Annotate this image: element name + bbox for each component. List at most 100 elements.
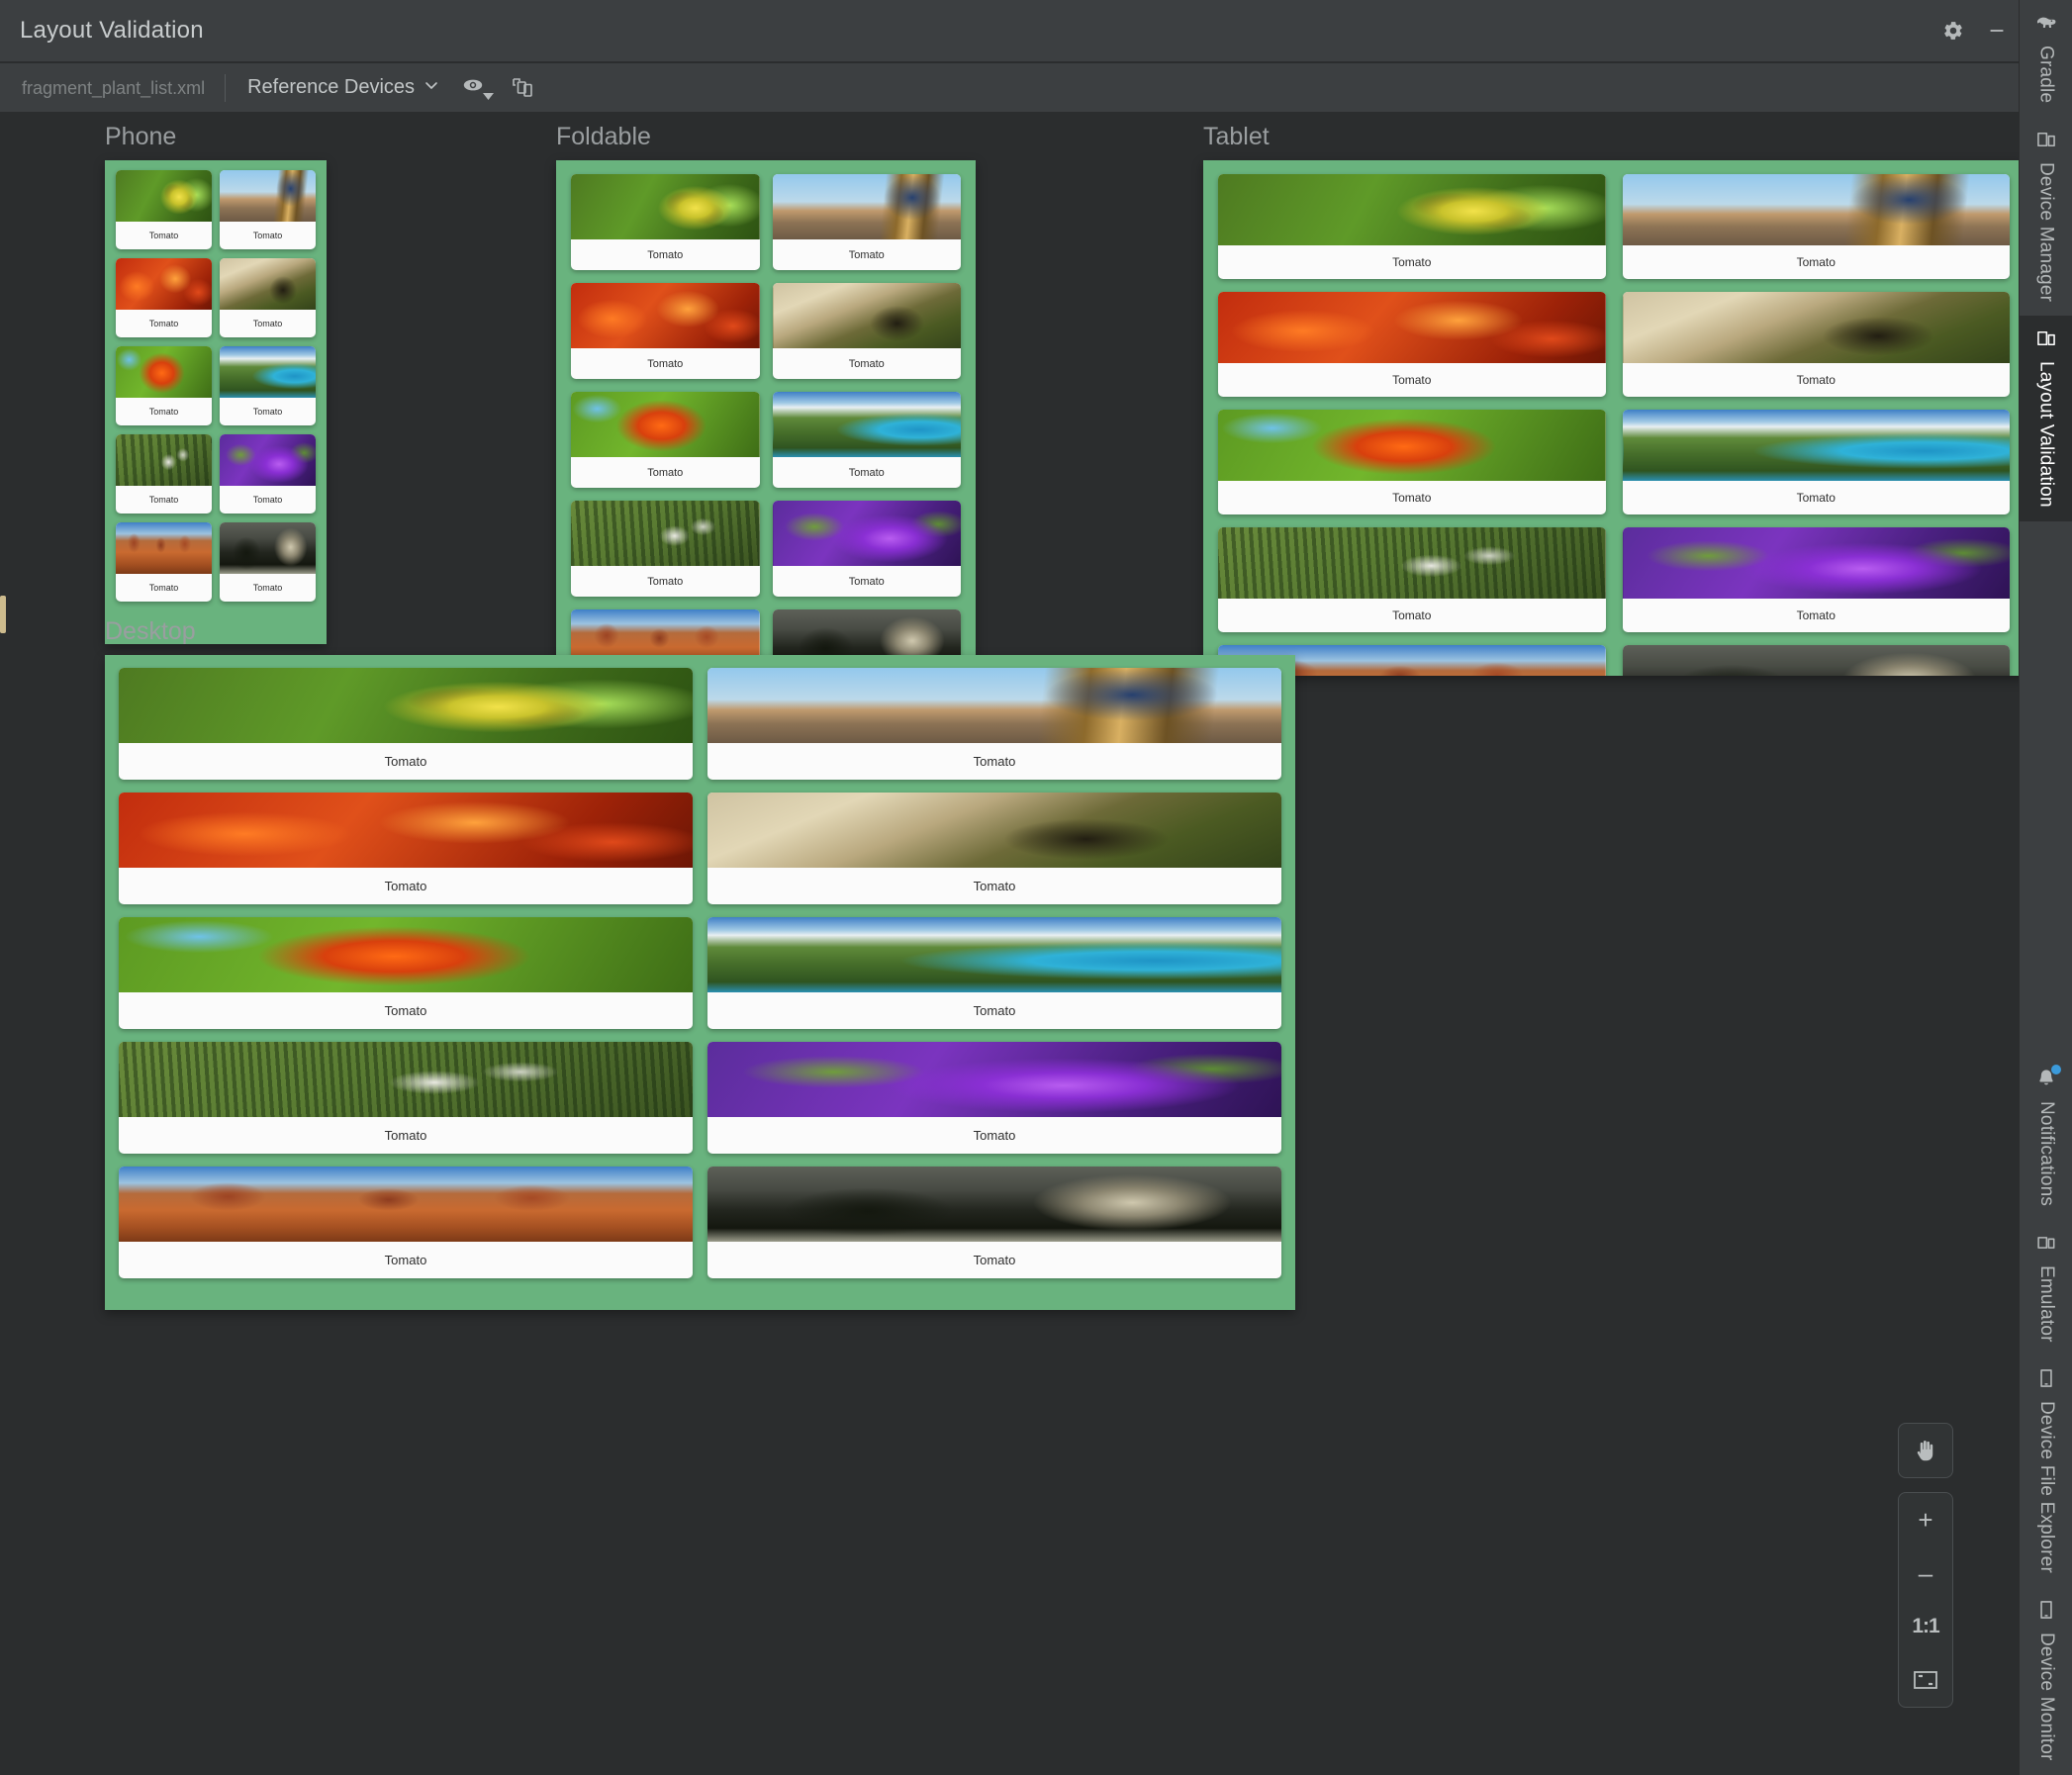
plant-card[interactable]: Tomato [1622,292,2010,397]
rail-item-gradle[interactable]: Gradle [2020,0,2072,117]
rail-item-device-monitor[interactable]: Device Monitor [2020,1587,2072,1775]
plant-card[interactable]: Tomato [116,170,212,249]
device-preview-tablet[interactable]: Tomato Tomato Tomato Tomato Tomato Tomato Toma… [1203,160,2019,676]
plant-card[interactable]: Tomato [119,917,693,1029]
plant-card[interactable]: Tomato [1622,174,2010,279]
plant-card[interactable]: Tomato [772,501,961,597]
plant-card[interactable]: Tomato [116,434,212,514]
plant-card[interactable]: Tomato [119,793,693,904]
rail-item-emulator[interactable]: Emulator [2020,1220,2072,1356]
plant-card[interactable]: Tomato [571,501,760,597]
bell-icon [2035,1064,2061,1094]
zoom-out-button[interactable]: – [1899,1546,1952,1600]
plant-card-image [571,501,760,566]
plant-card[interactable]: Tomato [119,668,693,780]
plant-card-image [707,668,1281,743]
visibility-toggle-button[interactable] [461,73,495,102]
rail-item-device-file-explorer[interactable]: Device File Explorer [2020,1355,2072,1587]
plant-card[interactable]: Tomato [707,668,1281,780]
plant-card-image [119,668,693,743]
plant-card-image [1622,527,2010,599]
actual-size-button[interactable]: 1:1 [1899,1600,1952,1653]
device-preview-foldable[interactable]: Tomato Tomato Tomato Tomato Tomato Tomato Toma… [556,160,976,676]
plant-card-label: Tomato [647,575,684,588]
zoom-controls-group: + – 1:1 [1898,1492,1953,1708]
preview-group-label-foldable: Foldable [556,123,651,150]
plant-card[interactable]: Tomato [116,258,212,337]
pan-tool-group [1898,1423,1953,1478]
plant-card-label: Tomato [252,231,283,240]
preview-group-phone: Phone Tomato Tomato Tomato Tomato Tomato Toma… [105,123,327,644]
plant-card[interactable]: Tomato [119,1167,693,1278]
plant-card[interactable]: Tomato [772,392,961,488]
plant-card-label: Tomato [1796,373,1836,387]
plant-card[interactable]: Tomato [707,793,1281,904]
plant-card[interactable]: Tomato [220,170,316,249]
preview-group-foldable: Foldable Tomato Tomato Tomato Tomato Tomato T… [556,123,976,676]
plant-card-image [116,258,212,310]
plant-card[interactable]: Tomato [772,283,961,379]
plant-card[interactable]: Tomato [1218,174,1606,279]
plant-card[interactable]: Tomato [220,346,316,425]
plant-card[interactable]: Tomato [1622,645,2010,676]
hand-pan-icon[interactable] [1899,1424,1952,1477]
plant-card[interactable]: Tomato [220,522,316,602]
plant-card[interactable]: Tomato [571,392,760,488]
rail-item-notifications[interactable]: Notifications [2020,1056,2072,1220]
plant-card-image [220,346,316,398]
reference-devices-dropdown[interactable]: Reference Devices [247,76,439,99]
plant-card[interactable]: Tomato [116,522,212,602]
plant-card-label: Tomato [252,407,283,417]
plant-card-image [772,501,961,566]
plant-card[interactable]: Tomato [571,174,760,270]
plant-card[interactable]: Tomato [772,174,961,270]
plant-card-label: Tomato [148,319,179,328]
plant-card-image [1622,645,2010,676]
copy-layers-icon[interactable] [510,75,535,101]
plant-card-label: Tomato [1796,491,1836,505]
device-preview-phone[interactable]: Tomato Tomato Tomato Tomato Tomato Tomato Toma… [105,160,327,644]
preview-canvas[interactable]: Phone Tomato Tomato Tomato Tomato Tomato Toma… [0,114,2019,1775]
plant-card-image [1218,410,1606,481]
device-preview-desktop[interactable]: Tomato Tomato Tomato Tomato Tomato Tomato Toma… [105,655,1295,1310]
plant-card[interactable]: Tomato [220,434,316,514]
plant-card-label: Tomato [1796,608,1836,622]
plant-card-image [119,917,693,992]
plant-card[interactable]: Tomato [707,1042,1281,1154]
plant-card[interactable]: Tomato [1218,410,1606,514]
plant-card-image [571,392,760,457]
gradle-elephant-icon [2035,12,2057,39]
canvas-zoom-controls: + – 1:1 [1898,1423,1953,1708]
gear-icon[interactable] [1931,9,1975,52]
plant-card[interactable]: Tomato [116,346,212,425]
zoom-in-button[interactable]: + [1899,1493,1952,1546]
plant-card[interactable]: Tomato [571,283,760,379]
rail-item-layout-validation[interactable]: Layout Validation [2019,316,2072,522]
device-file-explorer-icon [2035,1367,2057,1394]
plant-card[interactable]: Tomato [707,917,1281,1029]
plant-card-image [119,1042,693,1117]
minimize-icon[interactable] [1975,9,2019,52]
plant-card[interactable]: Tomato [1622,527,2010,632]
plant-card[interactable]: Tomato [1622,410,2010,514]
emulator-icon [2035,1232,2057,1259]
offscreen-preview-sliver [0,596,6,633]
eye-icon [461,73,485,102]
plant-card-label: Tomato [1392,373,1432,387]
device-monitor-icon [2035,1599,2057,1626]
fit-to-screen-icon[interactable] [1899,1653,1952,1707]
preview-group-tablet: Tablet Tomato Tomato Tomato Tomato Tomato Tom… [1203,123,2019,676]
plant-card[interactable]: Tomato [1218,292,1606,397]
plant-card-image [571,283,760,348]
plant-card[interactable]: Tomato [119,1042,693,1154]
plant-card-label: Tomato [647,357,684,370]
plant-card[interactable]: Tomato [707,1167,1281,1278]
plant-card-label: Tomato [647,248,684,261]
plant-card-image [119,793,693,868]
rail-item-device-manager[interactable]: Device Manager [2020,117,2072,316]
plant-card[interactable]: Tomato [220,258,316,337]
rail-item-label: Emulator [2036,1264,2057,1343]
plant-card-label: Tomato [384,1253,427,1267]
plant-card-image [707,1042,1281,1117]
plant-card-label: Tomato [973,879,1016,893]
